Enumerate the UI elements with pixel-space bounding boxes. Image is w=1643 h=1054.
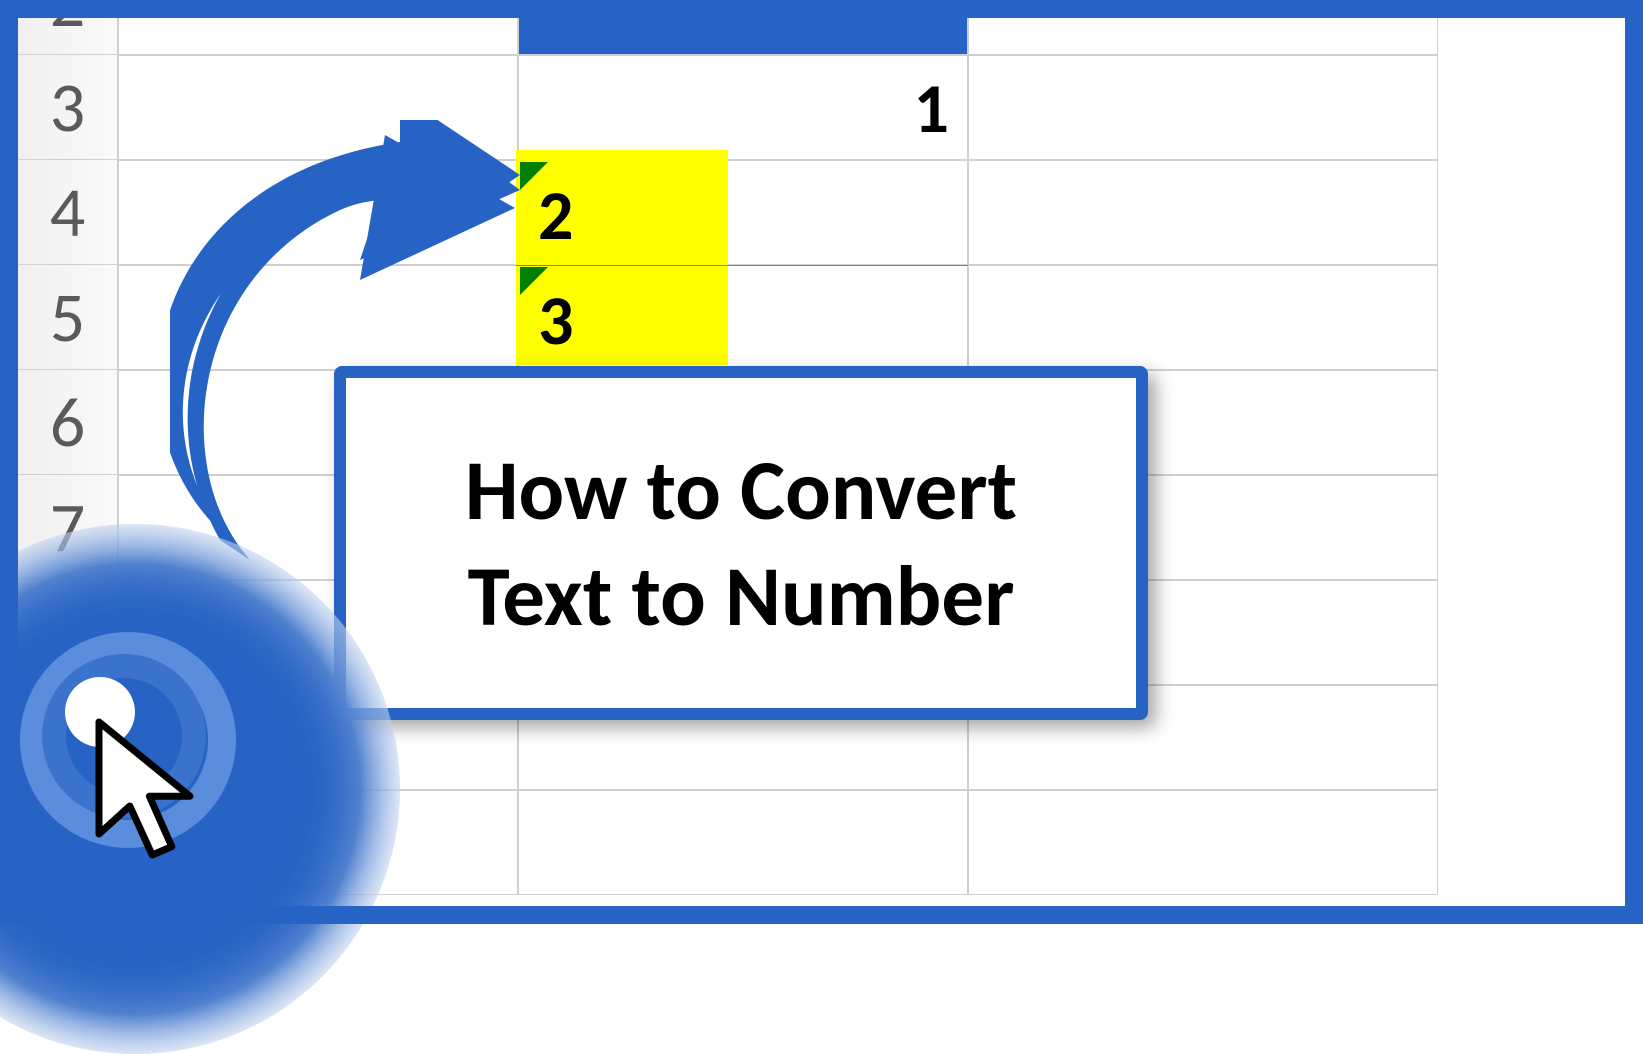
cell-C2[interactable] (968, 0, 1438, 55)
row-header-5[interactable]: 5 (18, 265, 118, 370)
cell-B10[interactable] (518, 790, 968, 895)
grid-line (516, 265, 968, 266)
cell-C4[interactable] (968, 160, 1438, 265)
row-header-4[interactable]: 4 (18, 160, 118, 265)
cell-C5[interactable] (968, 265, 1438, 370)
title-line-1: How to Convert (465, 438, 1017, 542)
cell-C10[interactable] (968, 790, 1438, 895)
row-header-2[interactable]: 2 (18, 0, 118, 55)
row-header-3[interactable]: 3 (18, 55, 118, 160)
channel-logo (0, 524, 400, 1054)
title-callout: How to Convert Text to Number (334, 366, 1148, 720)
cell-B3[interactable]: 1 (518, 55, 968, 160)
cell-B2-header[interactable] (518, 0, 968, 55)
cursor-icon (85, 714, 225, 884)
row-header-6[interactable]: 6 (18, 370, 118, 475)
cell-A2[interactable] (118, 0, 518, 55)
title-line-2: Text to Number (468, 544, 1015, 648)
cell-C3[interactable] (968, 55, 1438, 160)
cell-B3-value: 1 (914, 65, 949, 151)
